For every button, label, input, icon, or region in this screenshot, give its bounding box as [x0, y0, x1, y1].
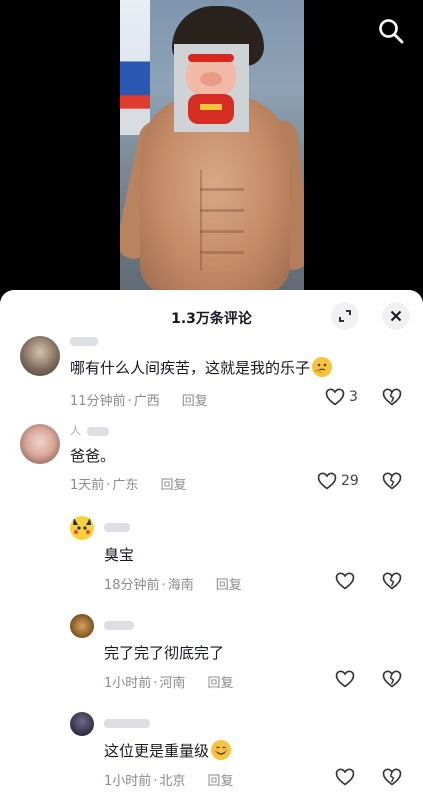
reply-item: 臭宝 18分钟前 · 海南 回复	[0, 512, 423, 602]
comment-time: 11分钟前	[70, 394, 126, 409]
broken-heart-icon	[382, 670, 402, 688]
username-text: 人	[70, 424, 82, 437]
comment-item: 人 爸爸。 1天前 · 广东 回复 29	[0, 422, 423, 502]
video-frame	[120, 0, 304, 292]
dislike-button[interactable]	[382, 472, 402, 494]
broken-heart-icon	[382, 572, 402, 590]
reply-time: 1小时前	[104, 676, 152, 691]
reply-location: 北京	[159, 774, 186, 789]
like-button[interactable]: 3	[325, 388, 358, 406]
reply-item: 完了完了彻底完了 1小时前 · 河南 回复	[0, 610, 423, 700]
comment-time: 1天前	[70, 478, 105, 493]
dislike-button[interactable]	[382, 572, 402, 594]
reply-time: 18分钟前	[104, 578, 160, 593]
reply-item: 这位更是重量级 1小时前 · 北京 回复	[0, 708, 423, 798]
username-blurred[interactable]	[104, 520, 130, 533]
search-icon[interactable]	[376, 16, 406, 46]
person-abs-image	[200, 170, 244, 270]
like-count: 29	[341, 473, 359, 489]
like-button[interactable]: 29	[317, 472, 359, 490]
user-avatar[interactable]	[20, 336, 60, 376]
reply-text: 完了完了彻底完了	[104, 644, 225, 662]
close-button[interactable]	[382, 302, 410, 330]
reply-location: 海南	[167, 578, 194, 593]
reply-text: 臭宝	[104, 546, 135, 564]
reply-meta: 18分钟前 · 海南 回复	[104, 574, 242, 593]
reply-location: 河南	[159, 676, 186, 691]
comment-text: 哪有什么人间疾苦，这就是我的乐子	[70, 357, 333, 378]
heart-icon	[335, 572, 355, 590]
user-avatar[interactable]	[70, 516, 94, 540]
comment-location: 广西	[133, 394, 160, 409]
broken-heart-icon	[382, 388, 402, 406]
username[interactable]: 人	[70, 422, 109, 438]
expand-icon	[339, 310, 351, 322]
reply-button[interactable]: 回复	[182, 394, 208, 409]
comment-text-content: 哪有什么人间疾苦，这就是我的乐子	[70, 359, 311, 377]
comment-sheet: 1.3万条评论 哪有什么人间疾苦，这就是我的乐子 11分钟前 · 广西 回复 3…	[0, 290, 423, 800]
expand-button[interactable]	[331, 302, 359, 330]
heart-icon	[317, 472, 337, 490]
reply-button[interactable]: 回复	[160, 478, 186, 493]
meta-separator: ·	[106, 478, 111, 493]
broken-heart-icon	[382, 472, 402, 490]
dislike-button[interactable]	[382, 768, 402, 790]
close-icon	[390, 310, 402, 322]
reply-text: 这位更是重量级	[104, 740, 232, 761]
comment-meta: 11分钟前 · 广西 回复	[70, 390, 208, 409]
reply-button[interactable]: 回复	[207, 774, 233, 789]
heart-icon	[325, 388, 345, 406]
comment-item: 哪有什么人间疾苦，这就是我的乐子 11分钟前 · 广西 回复 3	[0, 334, 423, 414]
video-player[interactable]	[0, 0, 423, 292]
thinking-face-emoji-icon	[312, 357, 333, 377]
user-avatar[interactable]	[20, 424, 60, 464]
shop-sign-image	[120, 0, 150, 135]
dislike-button[interactable]	[382, 670, 402, 692]
heart-icon	[335, 768, 355, 786]
reply-button[interactable]: 回复	[207, 676, 233, 691]
like-button[interactable]	[335, 572, 355, 590]
meta-separator: ·	[153, 676, 158, 691]
like-button[interactable]	[335, 768, 355, 786]
reply-time: 1小时前	[104, 774, 152, 789]
username-blurred[interactable]	[104, 618, 134, 631]
smiling-face-emoji-icon	[211, 740, 232, 760]
comment-meta: 1天前 · 广东 回复	[70, 474, 186, 493]
user-avatar[interactable]	[70, 712, 94, 736]
heart-icon	[335, 670, 355, 688]
comment-count-title: 1.3万条评论	[171, 311, 252, 327]
meta-separator: ·	[127, 394, 132, 409]
username-blurred[interactable]	[70, 334, 98, 347]
user-avatar[interactable]	[70, 614, 94, 638]
reply-meta: 1小时前 · 北京 回复	[104, 770, 233, 789]
meta-separator: ·	[153, 774, 158, 789]
comment-location: 广东	[112, 478, 139, 493]
reply-button[interactable]: 回复	[216, 578, 242, 593]
like-button[interactable]	[335, 670, 355, 688]
broken-heart-icon	[382, 768, 402, 786]
reply-meta: 1小时前 · 河南 回复	[104, 672, 233, 691]
dislike-button[interactable]	[382, 388, 402, 410]
username-blurred[interactable]	[104, 716, 150, 729]
meta-separator: ·	[161, 578, 166, 593]
pig-sticker-icon	[178, 48, 244, 126]
reply-text-content: 这位更是重量级	[104, 742, 210, 760]
comment-text: 爸爸。	[70, 447, 116, 465]
like-count: 3	[349, 389, 358, 405]
